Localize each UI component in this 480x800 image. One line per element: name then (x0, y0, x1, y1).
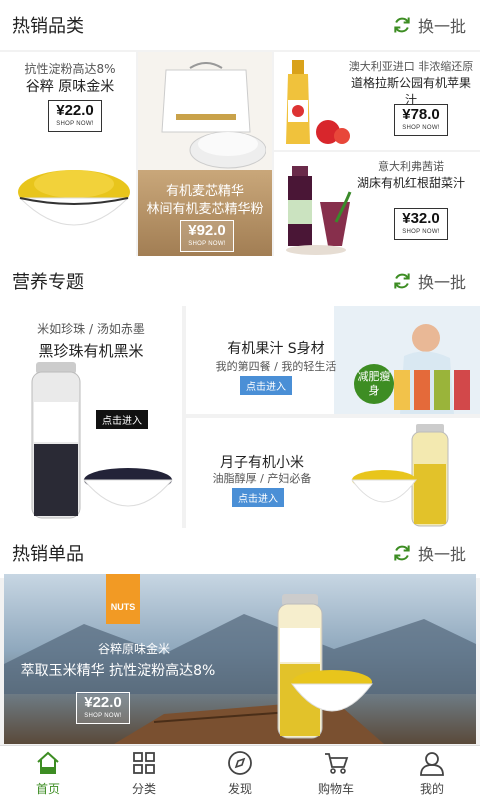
price-tag: ¥92.0 SHOP NOW! (180, 220, 234, 252)
price-tag: ¥78.0 SHOP NOW! (394, 104, 448, 136)
refresh-icon (394, 545, 410, 561)
hot-category-header: 热销品类 换一批 (0, 0, 480, 50)
beet-juice-image (286, 166, 352, 255)
cart-icon (325, 753, 349, 774)
topic-title: 有机果汁 S身材 (227, 341, 325, 357)
hot-single-header: 热销单品 换一批 (0, 528, 480, 578)
section-title: 热销单品 (12, 544, 84, 565)
product-card-beet-juice[interactable]: 意大利弗茜诺 湖床有机红根甜菜汁 ¥32.0 SHOP NOW! (274, 152, 480, 260)
product-tagline: 抗性淀粉高达8% (24, 62, 116, 76)
millet-jar-image (351, 424, 449, 527)
section-title: 营养专题 (12, 272, 84, 293)
enter-button[interactable]: 点击进入 (240, 376, 292, 395)
compass-icon (228, 751, 252, 775)
price-value: 22.0 (92, 694, 122, 711)
nutrition-header: 营养专题 换一批 (0, 256, 480, 306)
price-value: 92.0 (196, 222, 226, 239)
topic-tagline: 米如珍珠 / 汤如赤墨 (37, 322, 145, 336)
tab-home[interactable]: 首页 (0, 746, 96, 800)
woman-juice-image (334, 306, 480, 414)
bottom-tab-bar: 首页 分类 发现 购物车 我的 (0, 745, 480, 800)
product-tagline: 意大利弗茜诺 (378, 160, 444, 173)
product-name: 谷粹 原味金米 (25, 79, 115, 95)
refresh-icon (394, 17, 410, 33)
apple-juice-image (286, 60, 350, 144)
banner-tagline: 谷粹原味金米 (97, 642, 170, 656)
product-name: 林间有机麦芯精华粉 (146, 202, 264, 217)
refresh-button[interactable]: 换一批 (392, 541, 466, 565)
tab-mine[interactable]: 我的 (384, 746, 480, 800)
refresh-button[interactable]: 换一批 (392, 269, 466, 293)
topic-card-black-rice[interactable]: 米如珍珠 / 汤如赤墨 黑珍珠有机黑米 点击进入 (0, 306, 182, 528)
tab-label: 购物车 (317, 782, 354, 796)
millet-bowl-image (18, 170, 130, 226)
refresh-button[interactable]: 换一批 (392, 13, 466, 37)
golden-millet-jar-image (277, 594, 373, 739)
product-card-golden-millet[interactable]: 抗性淀粉高达8% 谷粹 原味金米 ¥22.0 SHOP NOW! (0, 52, 136, 260)
topic-tagline: 我的第四餐 / 我的轻生活 (215, 360, 337, 373)
product-name: 道格拉斯公园有机苹果汁 (350, 76, 471, 107)
product-card-wheat-flour[interactable]: 有机麦芯精华 林间有机麦芯精华粉 ¥92.0 SHOP NOW! (138, 52, 272, 260)
price-tag: ¥32.0 SHOP NOW! (394, 208, 448, 240)
tab-discover[interactable]: 发现 (192, 746, 288, 800)
price-value: 32.0 (410, 210, 440, 227)
tab-label: 首页 (35, 782, 60, 796)
black-rice-image (31, 362, 174, 519)
product-tagline: 有机麦芯精华 (165, 184, 244, 199)
nuts-tag: NUTS (106, 574, 140, 624)
flour-bag-image (161, 62, 266, 169)
refresh-label: 换一批 (417, 17, 466, 36)
product-tagline: 澳大利亚进口 非浓缩还原 (348, 60, 474, 73)
hot-single-banner[interactable]: NUTS 谷粹原味金米 萃取玉米精华 抗性淀粉高达8% ¥22.0 SHOP N… (4, 574, 476, 744)
price-tag: ¥22.0 SHOP NOW! (48, 100, 102, 132)
banner-title: 萃取玉米精华 抗性淀粉高达8% (20, 663, 216, 679)
tab-cart[interactable]: 购物车 (288, 746, 384, 800)
tab-label: 我的 (419, 782, 444, 796)
user-icon (420, 752, 444, 776)
tab-label: 分类 (131, 782, 156, 796)
topic-title: 月子有机小米 (220, 455, 304, 471)
slim-badge: 减肥瘦身 (354, 364, 394, 404)
topic-tagline: 油脂醇厚 / 产妇必备 (212, 472, 312, 485)
enter-button[interactable]: 点击进入 (96, 410, 148, 429)
price-tag: ¥22.0 SHOP NOW! (76, 692, 130, 724)
product-name: 湖床有机红根甜菜汁 (356, 176, 465, 190)
product-card-apple-juice[interactable]: 澳大利亚进口 非浓缩还原 道格拉斯公园有机苹果汁 ¥78.0 SHOP NOW! (274, 52, 480, 150)
home-icon (37, 751, 59, 774)
topic-card-juice-body[interactable]: 减肥瘦身 有机果汁 S身材 我的第四餐 / 我的轻生活 点击进入 (186, 306, 480, 414)
tab-category[interactable]: 分类 (96, 746, 192, 800)
refresh-label: 换一批 (417, 273, 466, 292)
price-value: 78.0 (410, 106, 440, 123)
topic-card-postpartum-millet[interactable]: 月子有机小米 油脂醇厚 / 产妇必备 点击进入 (186, 418, 480, 528)
refresh-label: 换一批 (417, 545, 466, 564)
price-value: 22.0 (64, 102, 94, 119)
grid-icon (133, 752, 155, 774)
topic-title: 黑珍珠有机黑米 (38, 342, 144, 360)
tab-label: 发现 (227, 782, 252, 796)
refresh-icon (394, 273, 410, 289)
section-title: 热销品类 (12, 16, 84, 37)
enter-button[interactable]: 点击进入 (232, 488, 284, 507)
